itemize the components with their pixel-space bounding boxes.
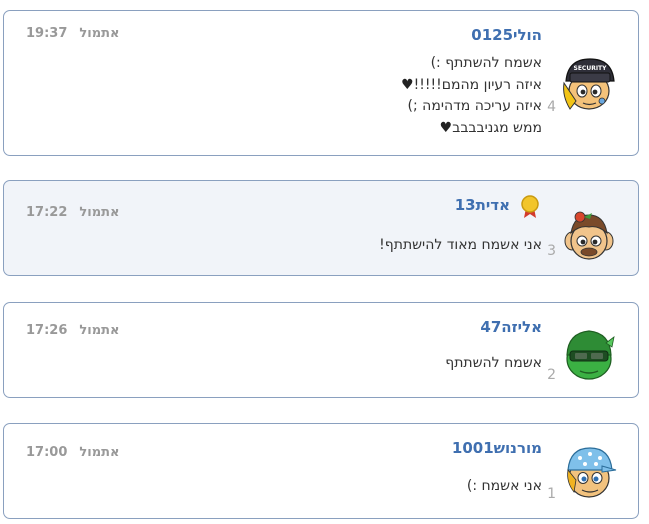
- comment-card: 19:37 אתמול הולי0125 4 SECURITY אשמח להשת…: [3, 10, 639, 156]
- comment-username[interactable]: אדית13: [455, 196, 510, 214]
- comment-time: 17:22: [26, 205, 68, 220]
- comment-text: אשמח להשתתף: [445, 353, 542, 375]
- comment-number: 3: [547, 243, 556, 259]
- gold-medal-icon: [521, 195, 539, 218]
- comment-username[interactable]: הולי0125: [471, 26, 542, 44]
- comment-card: 17:22 אתמול אדית13 3 אני אשמח מאוד להישתת…: [3, 180, 639, 276]
- blue-dotted-cap-avatar[interactable]: [558, 440, 620, 502]
- comment-line: אני אשמח :): [466, 478, 542, 494]
- black-heart-icon: ♥: [401, 76, 414, 93]
- comment-day: אתמול: [79, 26, 120, 41]
- comment-line: אני אשמח מאוד להישתתף!: [379, 237, 542, 253]
- comment-line: אשמח להשתתף: [445, 355, 542, 371]
- comment-day: אתמול: [79, 445, 120, 460]
- comment-text: אני אשמח מאוד להישתתף!: [379, 235, 542, 257]
- svg-text:SECURITY: SECURITY: [574, 65, 608, 72]
- comment-text: אשמח להשתתף :) איזה רעיון מהמם!!!!!♥ איז…: [401, 53, 542, 139]
- comment-meta: 17:22 אתמול: [26, 205, 119, 220]
- comment-meta: 17:00 אתמול: [26, 445, 119, 460]
- comment-day: אתמול: [79, 205, 120, 220]
- comment-number: 2: [547, 367, 556, 383]
- comment-time: 17:26: [26, 323, 68, 338]
- comment-day: אתמול: [79, 323, 120, 338]
- comment-line: ממש מגניבבבב♥: [439, 119, 542, 136]
- comment-number: 4: [547, 99, 556, 115]
- comment-line: איזה עריכה מדהימה ;): [407, 98, 542, 114]
- comment-card: 17:00 אתמול מורנוש1001 1 אני אשמח :): [3, 423, 639, 519]
- comment-time: 17:00: [26, 445, 68, 460]
- comment-username[interactable]: אליזה47: [480, 318, 542, 336]
- comment-line: איזה רעיון מהמם!!!!!♥: [401, 76, 542, 93]
- security-cap-avatar[interactable]: SECURITY: [558, 51, 620, 113]
- comment-line: אשמח להשתתף :): [430, 55, 542, 71]
- comment-username[interactable]: מורנוש1001: [452, 439, 542, 457]
- comment-meta: 19:37 אתמול: [26, 26, 119, 41]
- comment-text: אני אשמח :): [467, 476, 542, 498]
- comment-card: 17:26 אתמול אליזה47 2 אשמח להשתתף: [3, 302, 639, 398]
- comment-time: 19:37: [26, 26, 68, 41]
- comment-number: 1: [547, 486, 556, 502]
- flower-hair-avatar[interactable]: [558, 205, 620, 267]
- comment-meta: 17:26 אתמול: [26, 323, 119, 338]
- green-helmet-avatar[interactable]: [558, 323, 620, 385]
- black-heart-icon: ♥: [439, 119, 453, 136]
